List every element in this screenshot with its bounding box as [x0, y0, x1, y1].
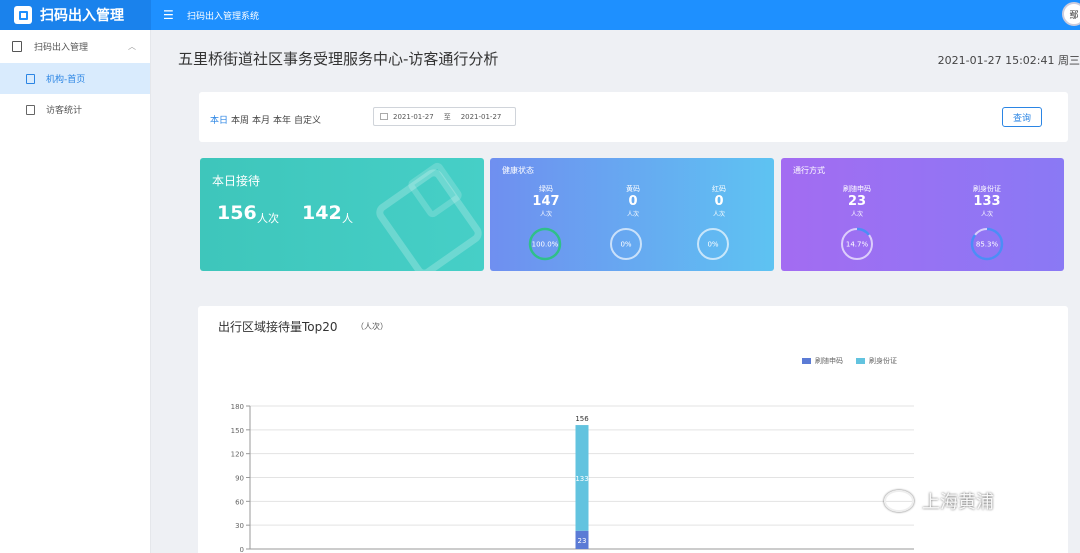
- end-date: 2021-01-27: [460, 112, 502, 121]
- today-reception-card: 本日接待 156 人次 142 人: [200, 158, 484, 271]
- bar-data-label: 23: [578, 537, 587, 545]
- metric-value: 0: [628, 194, 638, 209]
- metric-unit: 人次: [712, 211, 725, 218]
- metric-green-code: 绿码 147 人次: [516, 184, 576, 218]
- filter-week[interactable]: 本周: [231, 113, 249, 126]
- ring-percent-label: 0%: [620, 241, 631, 249]
- today-reception-label: 本日接待: [212, 174, 261, 188]
- progress-ring: 0%: [697, 228, 729, 260]
- y-tick-label: 30: [235, 522, 244, 530]
- menu-toggle-icon[interactable]: ☰: [163, 8, 179, 22]
- metric-unit: 人次: [539, 211, 552, 218]
- region-chart-card: 出行区域接待量Top20 （人次） 刷随申码 刷身份证 0 30 60 90 120 15…: [198, 306, 1068, 553]
- ring-percent-label: 85.3%: [976, 241, 999, 249]
- visits-unit: 人次: [257, 212, 279, 225]
- sidebar: 扫码出入管理 ︿ 机构-首页 访客统计: [0, 30, 151, 553]
- progress-ring: 14.7%: [840, 227, 874, 261]
- sidebar-item-visitor-stats[interactable]: 访客统计: [0, 94, 150, 125]
- date-filter-card: 本日 本周 本月 本年 自定义 2021-01-27 至 2021-01-27 …: [199, 92, 1068, 142]
- chevron-up-icon: ︿: [128, 42, 136, 51]
- metric-value: 133: [973, 194, 1001, 209]
- filter-custom[interactable]: 自定义: [294, 113, 321, 126]
- metric-value: 0: [714, 194, 724, 209]
- metric-value: 147: [532, 194, 560, 209]
- metric-value: 23: [847, 194, 867, 209]
- ring-percent-label: 14.7%: [846, 241, 869, 249]
- y-tick-label: 90: [235, 475, 244, 483]
- metric-id-card: 刷身份证 133 人次: [957, 184, 1017, 218]
- health-status-card: 健康状态 绿码 147 人次 黄码 0 人次 红码 0 人次 100.0% 0%…: [490, 158, 774, 271]
- sidebar-group-scan-access[interactable]: 扫码出入管理 ︿: [0, 30, 150, 63]
- y-tick-label: 180: [231, 403, 244, 411]
- ring-percent-label: 100.0%: [532, 241, 559, 249]
- wechat-watermark: 上海黄浦: [884, 488, 994, 514]
- metric-red-code: 红码 0 人次: [689, 184, 749, 218]
- metric-label: 刷随申码: [843, 185, 871, 193]
- wechat-icon: [884, 490, 914, 512]
- bar-data-label: 133: [575, 475, 588, 483]
- page-title: 五里桥街道社区事务受理服务中心-访客通行分析: [178, 50, 499, 68]
- pass-method-card: 通行方式 刷随申码 23 人次 刷身份证 133 人次 14.7% 85.3%: [781, 158, 1064, 271]
- health-status-label: 健康状态: [502, 166, 534, 175]
- metric-label: 刷身份证: [973, 185, 1001, 193]
- brand-title: 扫码出入管理: [40, 8, 124, 24]
- current-datetime: 2021-01-27 15:02:41 周三: [937, 54, 1080, 67]
- ring-percent-label: 0%: [707, 241, 718, 249]
- y-tick-label: 120: [231, 451, 244, 459]
- start-date: 2021-01-27: [393, 112, 434, 121]
- y-tick-label: 60: [235, 498, 244, 506]
- y-tick-label: 150: [231, 427, 244, 435]
- sidebar-group-label: 扫码出入管理: [34, 43, 89, 53]
- visits-count: 156: [217, 202, 257, 224]
- progress-ring: 100.0%: [528, 227, 562, 261]
- bar-total-label: 156: [575, 415, 589, 423]
- metric-unit: 人次: [626, 211, 639, 218]
- metric-label: 绿码: [539, 185, 553, 193]
- date-separator: 至: [443, 112, 451, 121]
- document-icon: [26, 73, 35, 84]
- progress-ring: 0%: [610, 228, 642, 260]
- sidebar-item-home[interactable]: 机构-首页: [0, 63, 150, 94]
- metric-label: 黄码: [626, 185, 640, 193]
- watermark-text: 上海黄浦: [922, 492, 994, 513]
- progress-ring: 85.3%: [970, 227, 1004, 261]
- main-content: 五里桥街道社区事务受理服务中心-访客通行分析 2021-01-27 15:02:…: [151, 30, 1080, 553]
- brand[interactable]: 扫码出入管理: [0, 0, 151, 30]
- avatar[interactable]: 鄢: [1062, 2, 1080, 26]
- top-bar: 扫码出入管理 ☰ 扫码出入管理系统 鄢: [0, 0, 1080, 30]
- y-tick-label: 0: [240, 546, 244, 553]
- app-logo-icon: [14, 6, 32, 24]
- filter-today[interactable]: 本日: [210, 113, 228, 126]
- date-range-picker[interactable]: 2021-01-27 至 2021-01-27: [373, 107, 516, 126]
- filter-month[interactable]: 本月: [252, 113, 270, 126]
- bar-chart: 030609012015018023133156其它: [231, 403, 914, 553]
- calendar-icon: [380, 113, 388, 120]
- metric-yellow-code: 黄码 0 人次: [603, 184, 663, 218]
- sidebar-item-label: 机构-首页: [46, 75, 86, 85]
- pass-method-label: 通行方式: [793, 166, 825, 175]
- people-count: 142: [302, 202, 342, 224]
- query-button[interactable]: 查询: [1002, 107, 1042, 127]
- filter-year[interactable]: 本年: [273, 113, 291, 126]
- metric-unit: 人次: [850, 211, 863, 218]
- metric-unit: 人次: [980, 211, 993, 218]
- document-icon: [12, 41, 22, 52]
- metric-label: 红码: [712, 185, 726, 193]
- metric-suishen-code: 刷随申码 23 人次: [827, 184, 887, 218]
- people-unit: 人: [342, 212, 353, 225]
- system-title: 扫码出入管理系统: [187, 11, 260, 22]
- sidebar-item-label: 访客统计: [46, 106, 83, 116]
- document-icon: [26, 104, 35, 115]
